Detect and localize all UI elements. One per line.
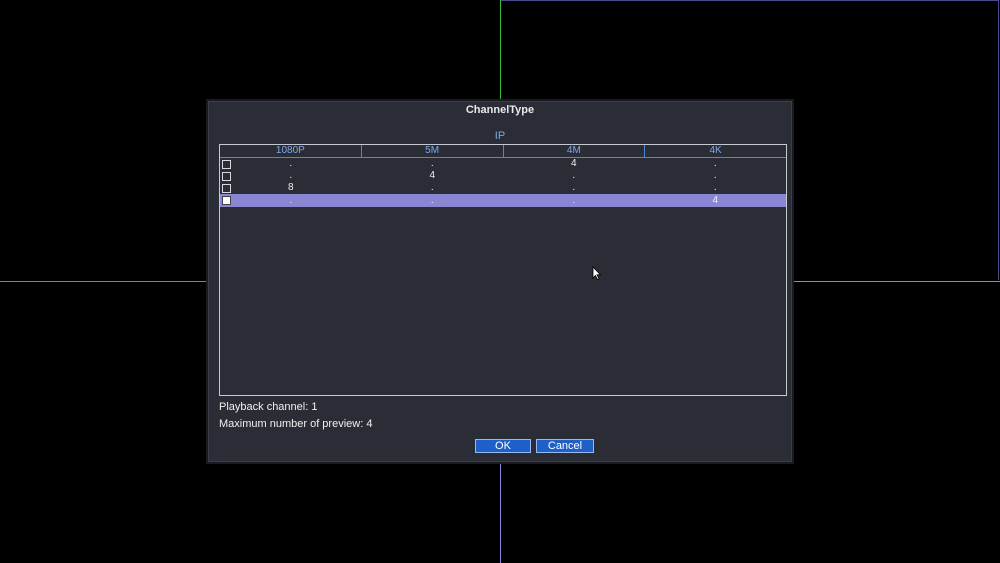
cell-1080p: 8 <box>287 182 294 193</box>
cell-4m: . <box>572 170 576 181</box>
cancel-button[interactable]: Cancel <box>536 439 594 453</box>
row-checkbox[interactable] <box>222 172 231 181</box>
table-row-selected[interactable]: . . . 4 <box>220 194 786 207</box>
cell-1080p: . <box>289 170 293 181</box>
column-header-4m: 4M <box>504 145 646 157</box>
cell-5m: . <box>430 194 434 206</box>
cell-5m: 4 <box>429 170 436 181</box>
row-checkbox[interactable] <box>222 160 231 169</box>
channel-type-table: 1080P 5M 4M 4K . . 4 . . 4 . . 8 . . . .… <box>219 144 787 396</box>
row-checkbox-checked[interactable] <box>222 196 231 205</box>
table-rows: . . 4 . . 4 . . 8 . . . . . . 4 <box>220 158 786 207</box>
cell-5m: . <box>430 158 434 169</box>
table-row[interactable]: . 4 . . <box>220 170 786 182</box>
cell-4k: . <box>713 170 717 181</box>
nvr-screen: ChannelType IP 1080P 5M 4M 4K . . 4 . . … <box>0 0 1000 563</box>
column-header-4k: 4K <box>709 145 722 156</box>
cell-5m: . <box>430 182 434 193</box>
ok-button[interactable]: OK <box>475 439 531 453</box>
cell-4k: . <box>713 182 717 193</box>
section-label-ip: IP <box>494 130 506 142</box>
cell-4k: 4 <box>712 194 719 206</box>
cell-1080p: . <box>289 194 293 206</box>
row-checkbox[interactable] <box>222 184 231 193</box>
max-preview-info: Maximum number of preview: 4 <box>219 418 373 430</box>
channel-type-dialog: ChannelType IP 1080P 5M 4M 4K . . 4 . . … <box>206 99 794 464</box>
cell-4m: 4 <box>570 158 577 169</box>
cell-1080p: . <box>289 158 293 169</box>
dialog-title: ChannelType <box>465 104 535 116</box>
split-divider-vertical-bottom <box>500 463 501 563</box>
cell-4m: . <box>572 194 576 206</box>
table-row[interactable]: . . 4 . <box>220 158 786 170</box>
table-header: 1080P 5M 4M 4K <box>220 145 786 158</box>
playback-channel-info: Playback channel: 1 <box>219 401 318 413</box>
table-row[interactable]: 8 . . . <box>220 182 786 194</box>
column-header-5m: 5M <box>362 145 504 157</box>
split-divider-horizontal-right <box>794 281 1000 282</box>
cell-4k: . <box>713 158 717 169</box>
cell-4m: . <box>572 182 576 193</box>
mouse-pointer-icon <box>592 266 602 280</box>
column-header-1080p: 1080P <box>220 145 362 157</box>
split-divider-horizontal-left <box>0 281 206 282</box>
